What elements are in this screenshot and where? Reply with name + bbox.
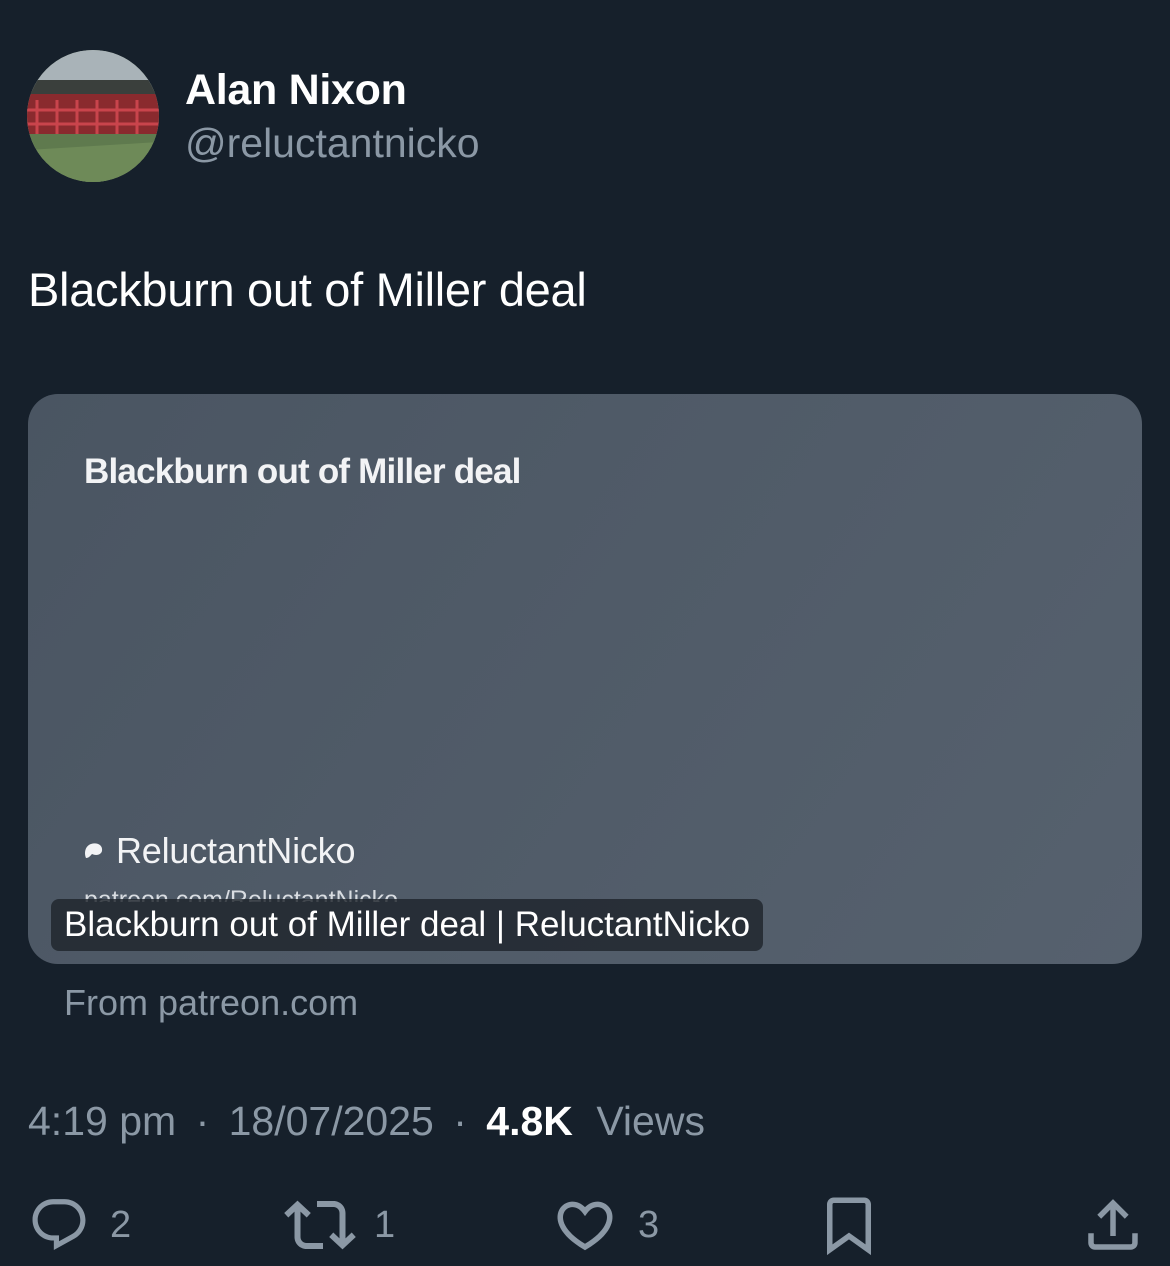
reply-icon [32,1199,86,1251]
author-name[interactable]: Alan Nixon [185,66,407,115]
retweet-count: 1 [374,1203,396,1246]
card-source[interactable]: From patreon.com [64,982,358,1024]
heart-icon [557,1201,613,1251]
views-count[interactable]: 4.8K [486,1098,573,1144]
meta-separator: · [453,1098,467,1144]
tweet-time[interactable]: 4:19 pm [28,1098,176,1144]
share-button[interactable] [1080,1190,1146,1260]
share-icon [1088,1199,1138,1250]
tweet-text: Blackburn out of Miller deal [28,263,587,316]
card-headline: Blackburn out of Miller deal [84,452,521,491]
author-handle[interactable]: @reluctantnicko [185,120,480,167]
retweet-button[interactable]: 1 [284,1190,395,1260]
link-preview-card[interactable]: Blackburn out of Miller deal ReluctantNi… [28,394,1142,964]
tweet-date[interactable]: 18/07/2025 [229,1098,434,1144]
card-overlay-title: Blackburn out of Miller deal | Reluctant… [51,899,764,951]
like-count: 3 [638,1203,660,1246]
reply-button[interactable]: 2 [28,1190,131,1260]
views-label[interactable]: Views [596,1098,705,1144]
stadium-avatar-icon [27,50,159,182]
card-creator: ReluctantNicko [82,830,356,872]
meta-separator: · [195,1098,210,1144]
bookmark-button[interactable] [816,1190,882,1260]
author-avatar[interactable] [27,50,159,182]
patreon-icon [85,843,103,858]
like-button[interactable]: 3 [552,1190,659,1260]
action-bar: 2 1 3 [0,1190,1170,1260]
card-creator-name: ReluctantNicko [116,830,356,871]
reply-count: 2 [110,1203,132,1246]
retweet-icon [284,1200,356,1250]
bookmark-icon [827,1197,871,1256]
tweet-meta: 4:19 pm · 18/07/2025 · 4.8K Views [28,1098,705,1145]
